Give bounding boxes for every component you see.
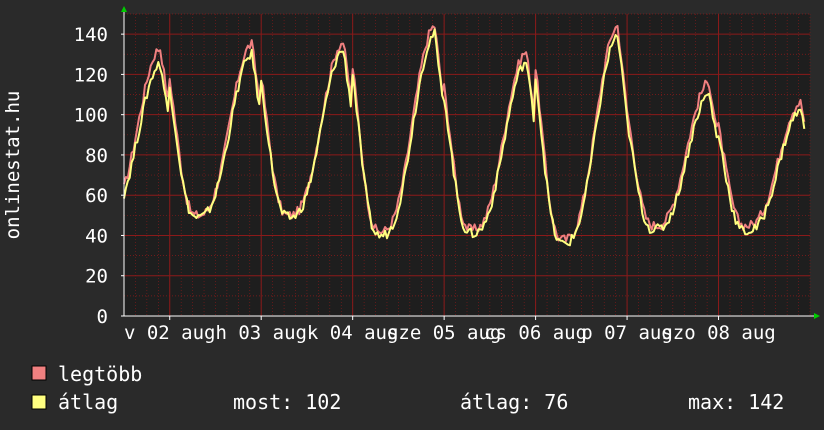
y-axis-arrow bbox=[121, 6, 127, 12]
y-tick-label: 40 bbox=[85, 225, 108, 247]
x-tick-label: k 04 aug bbox=[307, 322, 399, 344]
y-tick-labels: 0 20 40 60 80 100 120 140 bbox=[74, 24, 108, 328]
y-tick-label: 140 bbox=[74, 24, 108, 46]
legend-label-atlag: átlag bbox=[58, 390, 118, 414]
legend-swatch-legtobb bbox=[31, 365, 47, 381]
y-tick-label: 120 bbox=[74, 64, 108, 86]
legend-swatch-atlag bbox=[31, 394, 47, 410]
x-tick-label: cs 06 aug bbox=[484, 322, 587, 344]
chart-container: 0 20 40 60 80 100 120 140 v 02 aug h 03 aug k 04 … bbox=[0, 0, 824, 430]
y-tick-label: 0 bbox=[97, 306, 108, 328]
y-tick-label: 100 bbox=[74, 105, 108, 127]
stat-max: max: 142 bbox=[688, 390, 784, 414]
y-axis-label: onlinestat.hu bbox=[2, 91, 24, 240]
y-tick-label: 20 bbox=[85, 266, 108, 288]
x-tick-labels: v 02 aug h 03 aug k 04 augsze 05 augcs 06 … bbox=[124, 322, 776, 344]
stat-atlag: átlag: 76 bbox=[460, 390, 568, 414]
x-tick-label: p 07 aug bbox=[581, 322, 673, 344]
x-axis-arrow bbox=[814, 313, 820, 319]
y-tick-label: 60 bbox=[85, 185, 108, 207]
stat-most: most: 102 bbox=[233, 390, 341, 414]
chart-svg: 0 20 40 60 80 100 120 140 v 02 aug h 03 aug k 04 … bbox=[2, 6, 820, 414]
y-tick-label: 80 bbox=[85, 145, 108, 167]
x-tick-label: h 03 aug bbox=[215, 322, 307, 344]
x-tick-label: szo 08 aug bbox=[661, 322, 775, 344]
legend-label-legtobb: legtöbb bbox=[58, 362, 142, 386]
x-tick-label: v 02 aug bbox=[124, 322, 216, 344]
